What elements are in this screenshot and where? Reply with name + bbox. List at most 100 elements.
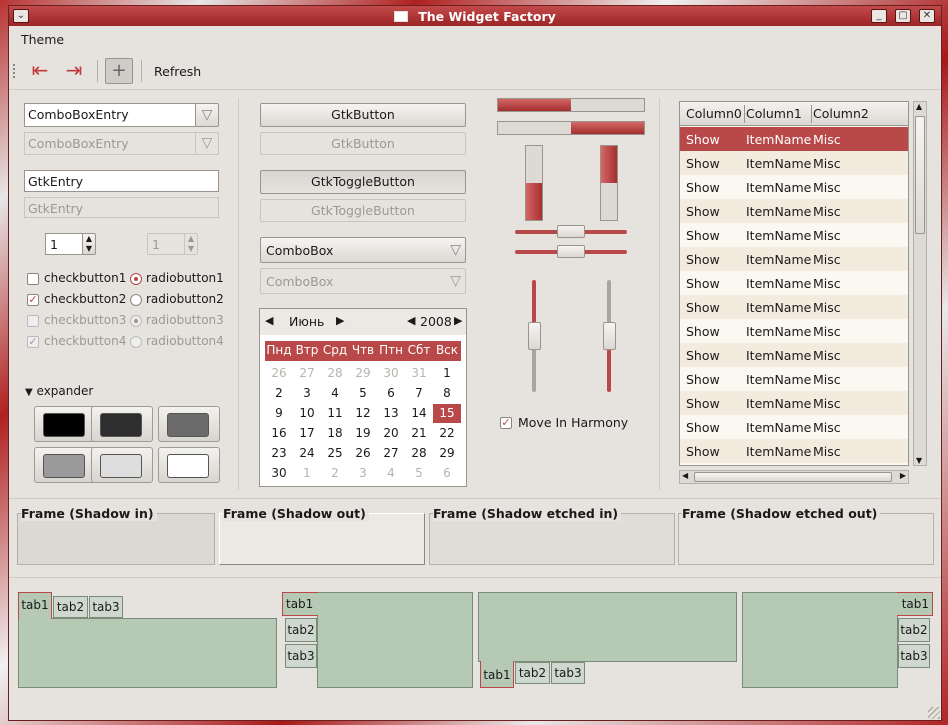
tree-column-header[interactable]: Column0 — [686, 106, 742, 121]
calendar-day[interactable]: 4 — [377, 464, 405, 483]
calendar-day[interactable]: 23 — [265, 444, 293, 463]
calendar-day[interactable]: 7 — [405, 384, 433, 403]
tree-column-header[interactable]: Column2 — [813, 106, 869, 121]
calendar-next-year-button[interactable]: ▶ — [454, 314, 462, 327]
maximize-button[interactable]: ▢ — [895, 9, 911, 23]
tree-row[interactable]: Show ItemName Misc — [680, 343, 908, 367]
calendar-day[interactable]: 27 — [293, 364, 321, 383]
resize-grip[interactable] — [928, 707, 940, 719]
calendar-day[interactable]: 4 — [321, 384, 349, 403]
go-first-button[interactable]: ⇤ — [27, 59, 53, 83]
tree-row[interactable]: Show ItemName Misc — [680, 295, 908, 319]
tree-column-divider[interactable] — [811, 105, 812, 123]
calendar-day[interactable]: 3 — [293, 384, 321, 403]
calendar-day[interactable]: 5 — [349, 384, 377, 403]
notebook-left-tab2[interactable]: tab2 — [285, 618, 317, 642]
tree-row[interactable]: Show ItemName Misc — [680, 199, 908, 223]
calendar-day[interactable]: 30 — [377, 364, 405, 383]
notebook-left-tab1[interactable]: tab1 — [282, 592, 318, 616]
notebook-right-tab3[interactable]: tab3 — [898, 644, 930, 668]
notebook-top-tab3[interactable]: tab3 — [89, 596, 123, 618]
tree-row[interactable]: Show ItemName Misc — [680, 391, 908, 415]
checkbutton2-label[interactable]: checkbutton2 — [44, 292, 126, 306]
calendar-day[interactable]: 25 — [321, 444, 349, 463]
tree-row[interactable]: Show ItemName Misc — [680, 151, 908, 175]
notebook-right-tab1[interactable]: tab1 — [897, 592, 933, 616]
menu-item-theme[interactable]: Theme — [21, 32, 64, 47]
minimize-button[interactable]: _ — [871, 9, 887, 23]
calendar-day[interactable]: 29 — [349, 364, 377, 383]
calendar-day[interactable]: 26 — [265, 364, 293, 383]
calendar-day[interactable]: 1 — [293, 464, 321, 483]
calendar-day[interactable]: 9 — [265, 404, 293, 423]
tree-row[interactable]: Show ItemName Misc — [680, 271, 908, 295]
calendar-day[interactable]: 29 — [433, 444, 461, 463]
tree-row[interactable]: Show ItemName Misc — [680, 367, 908, 391]
calendar-day[interactable]: 27 — [377, 444, 405, 463]
gtk-entry[interactable]: GtkEntry — [24, 170, 219, 192]
add-button[interactable]: + — [105, 58, 133, 84]
calendar-day[interactable]: 28 — [321, 364, 349, 383]
calendar-day[interactable]: 26 — [349, 444, 377, 463]
calendar-day[interactable]: 28 — [405, 444, 433, 463]
color-swatch-button[interactable] — [91, 447, 153, 483]
refresh-button[interactable]: Refresh — [154, 64, 201, 79]
color-swatch-button[interactable] — [91, 406, 153, 442]
calendar-day[interactable]: 5 — [405, 464, 433, 483]
calendar-day[interactable]: 12 — [349, 404, 377, 423]
tree-vscrollbar[interactable]: ▲ ▼ — [913, 101, 927, 466]
calendar-day[interactable]: 8 — [433, 384, 461, 403]
radiobutton2-circle[interactable] — [130, 294, 142, 306]
tree-row[interactable]: Show ItemName Misc — [680, 223, 908, 247]
tree-vscrollbar-thumb[interactable] — [915, 116, 925, 234]
tree-hscrollbar-thumb[interactable] — [694, 472, 892, 482]
calendar-day[interactable]: 2 — [321, 464, 349, 483]
calendar-day[interactable]: 14 — [405, 404, 433, 423]
toolbar-grip[interactable] — [13, 64, 17, 78]
expander[interactable]: ▼ expander — [25, 384, 93, 398]
calendar-day[interactable]: 21 — [405, 424, 433, 443]
notebook-left-tab3[interactable]: tab3 — [285, 644, 317, 668]
combo-entry-dropdown[interactable]: ▽ — [195, 103, 219, 127]
combo-entry-input[interactable]: ComboBoxEntry — [24, 103, 196, 127]
close-button[interactable]: ✕ — [919, 9, 935, 23]
calendar-day[interactable]: 22 — [433, 424, 461, 443]
move-in-harmony-label[interactable]: Move In Harmony — [518, 415, 628, 430]
calendar-day[interactable]: 3 — [349, 464, 377, 483]
radiobutton1-label[interactable]: radiobutton1 — [146, 271, 224, 285]
calendar-day[interactable]: 30 — [265, 464, 293, 483]
radiobutton2-label[interactable]: radiobutton2 — [146, 292, 224, 306]
calendar-day[interactable]: 2 — [265, 384, 293, 403]
notebook-bottom-tab3[interactable]: tab3 — [551, 662, 585, 684]
calendar-day[interactable]: 20 — [377, 424, 405, 443]
tree-hscrollbar[interactable]: ◀ ▶ — [679, 470, 909, 484]
calendar-day[interactable]: 13 — [377, 404, 405, 423]
calendar-day[interactable]: 31 — [405, 364, 433, 383]
calendar-day[interactable]: 18 — [321, 424, 349, 443]
calendar-day[interactable]: 1 — [433, 364, 461, 383]
calendar-day[interactable]: 19 — [349, 424, 377, 443]
tree-row[interactable]: Show ItemName Misc — [680, 439, 908, 463]
notebook-top-tab2[interactable]: tab2 — [53, 596, 88, 618]
checkbutton1-label[interactable]: checkbutton1 — [44, 271, 126, 285]
spin-button[interactable]: 1 — [45, 233, 83, 255]
calendar-day[interactable]: 17 — [293, 424, 321, 443]
gtk-button[interactable]: GtkButton — [260, 103, 466, 127]
spin-arrows[interactable]: ▲ ▼ — [82, 233, 96, 255]
calendar-day[interactable]: 15 — [433, 404, 461, 423]
notebook-right-tab2[interactable]: tab2 — [898, 618, 930, 642]
calendar-day[interactable]: 24 — [293, 444, 321, 463]
tree-row[interactable]: Show ItemName Misc — [680, 319, 908, 343]
tree-row[interactable]: Show ItemName Misc — [680, 175, 908, 199]
notebook-top-tab1[interactable]: tab1 — [18, 592, 52, 619]
notebook-bottom-tab1[interactable]: tab1 — [480, 661, 514, 688]
color-swatch-button[interactable] — [34, 447, 96, 483]
vscale-1-handle[interactable] — [528, 322, 541, 350]
notebook-bottom-tab2[interactable]: tab2 — [515, 662, 550, 684]
calendar-day[interactable]: 6 — [433, 464, 461, 483]
radiobutton1-circle[interactable] — [130, 273, 142, 285]
title-bar[interactable]: ⌄ The Widget Factory _ ▢ ✕ — [9, 6, 941, 26]
go-last-button[interactable]: ⇥ — [61, 59, 87, 83]
color-swatch-button[interactable] — [158, 447, 220, 483]
tree-row[interactable]: Show ItemName Misc — [680, 247, 908, 271]
